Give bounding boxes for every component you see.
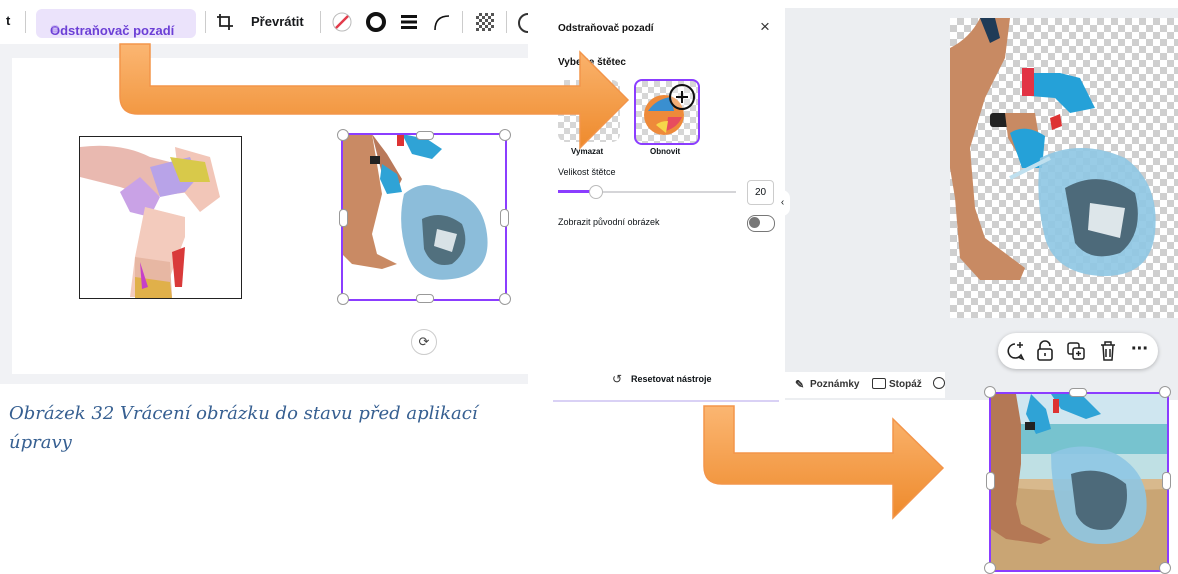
animate-icon[interactable] — [518, 13, 528, 33]
erase-label: Vymazat — [571, 147, 604, 156]
resize-handle[interactable] — [337, 293, 349, 305]
toolbar-divider — [25, 11, 26, 33]
panel-title: Odstraňovač pozadí — [558, 23, 654, 34]
brush-size-label: Velikost štětce — [558, 167, 616, 177]
close-icon[interactable]: × — [760, 17, 770, 37]
duplicate-icon[interactable]: ⧉ — [413, 86, 423, 103]
notes-icon[interactable]: ✎ — [795, 378, 804, 391]
toolbar-truncated-label: t — [6, 13, 11, 28]
flip-button[interactable]: Převrátit — [251, 14, 304, 29]
show-original-label: Zobrazit původní obrázek — [558, 217, 660, 227]
trash-bag-image-large[interactable] — [950, 18, 1178, 318]
resize-handle[interactable] — [986, 472, 995, 490]
context-menu-small: ◌ ⊓ ⧉ ⌂ — [347, 82, 467, 108]
duplicate-icon[interactable] — [1066, 341, 1086, 361]
crop-icon[interactable] — [216, 13, 234, 31]
restore-brush-tile[interactable] — [634, 79, 700, 145]
resize-handle[interactable] — [499, 129, 511, 141]
more-icon[interactable]: ··· — [1131, 338, 1149, 361]
comment-icon[interactable]: ◌ — [355, 86, 364, 103]
resize-handle[interactable] — [337, 129, 349, 141]
context-menu: ··· — [998, 333, 1158, 369]
bg-remover-button[interactable]: Odstraňovač pozadí ♛ — [36, 9, 196, 38]
reset-icon[interactable]: ↺ — [612, 372, 622, 386]
editor-toolbar: t Odstraňovač pozadí ♛ Převrátit — [0, 0, 528, 44]
bg-remover-panel: Odstraňovač pozadí × Vyberte štětec Vyma… — [553, 8, 779, 402]
hands-image[interactable] — [79, 136, 242, 299]
lines-icon[interactable] — [400, 14, 418, 30]
resize-handle[interactable] — [416, 131, 434, 140]
selection-frame[interactable] — [337, 129, 511, 305]
resize-handle[interactable] — [984, 562, 996, 574]
toolbar-divider — [462, 11, 463, 33]
lock-icon[interactable] — [1036, 340, 1054, 362]
erase-brush-tile[interactable] — [558, 80, 620, 142]
resize-handle[interactable] — [1069, 388, 1087, 397]
toolbar-divider — [205, 11, 206, 33]
chevron-left-icon[interactable]: ‹ — [775, 190, 790, 216]
notes-button[interactable]: Poznámky — [810, 379, 859, 390]
resize-handle[interactable] — [1162, 472, 1171, 490]
toolbar-divider — [320, 11, 321, 33]
resize-handle[interactable] — [1159, 386, 1171, 398]
color-slash-icon[interactable] — [332, 12, 352, 32]
toolbar-divider — [506, 11, 507, 33]
corner-icon[interactable] — [432, 13, 450, 31]
resize-handle[interactable] — [1159, 562, 1171, 574]
brush-size-input[interactable]: 20 — [747, 180, 774, 205]
footage-button[interactable]: Stopáž — [889, 379, 922, 390]
resize-handle[interactable] — [416, 294, 434, 303]
transparency-icon[interactable] — [476, 13, 494, 31]
show-original-toggle-knob — [749, 217, 760, 228]
lock-icon[interactable]: ⊓ — [385, 86, 396, 103]
figure-caption: Obrázek 32 Vrácení obrázku do stavu před… — [9, 403, 478, 453]
stroke-circle-icon[interactable] — [365, 11, 387, 33]
bg-remover-label: Odstraňovač pozadí — [50, 23, 175, 38]
comment-icon[interactable] — [1005, 341, 1025, 361]
footage-icon[interactable] — [872, 378, 886, 389]
editor-screenshot-left: t Odstraňovač pozadí ♛ Převrátit ◌ ⊓ ⧉ ⌂… — [0, 0, 528, 384]
resize-handle[interactable] — [339, 209, 348, 227]
rotate-icon[interactable]: ⟳ — [411, 329, 437, 355]
crown-icon: ♛ — [50, 24, 60, 36]
trash-icon[interactable]: ⌂ — [441, 86, 449, 102]
arrow-to-result — [703, 405, 945, 520]
brush-heading: Vyberte štětec — [558, 57, 626, 68]
trash-icon[interactable] — [1099, 340, 1117, 362]
timer-icon[interactable] — [933, 377, 945, 389]
restore-label: Obnovit — [650, 147, 681, 156]
brush-size-slider-knob[interactable] — [589, 185, 603, 199]
resize-handle[interactable] — [499, 293, 511, 305]
restored-image[interactable] — [989, 392, 1169, 572]
reset-tools-button[interactable]: Resetovat nástroje — [631, 374, 712, 384]
resize-handle[interactable] — [500, 209, 509, 227]
resize-handle[interactable] — [984, 386, 996, 398]
editor-bottom-bar: ✎ Poznámky Stopáž — [785, 372, 945, 398]
